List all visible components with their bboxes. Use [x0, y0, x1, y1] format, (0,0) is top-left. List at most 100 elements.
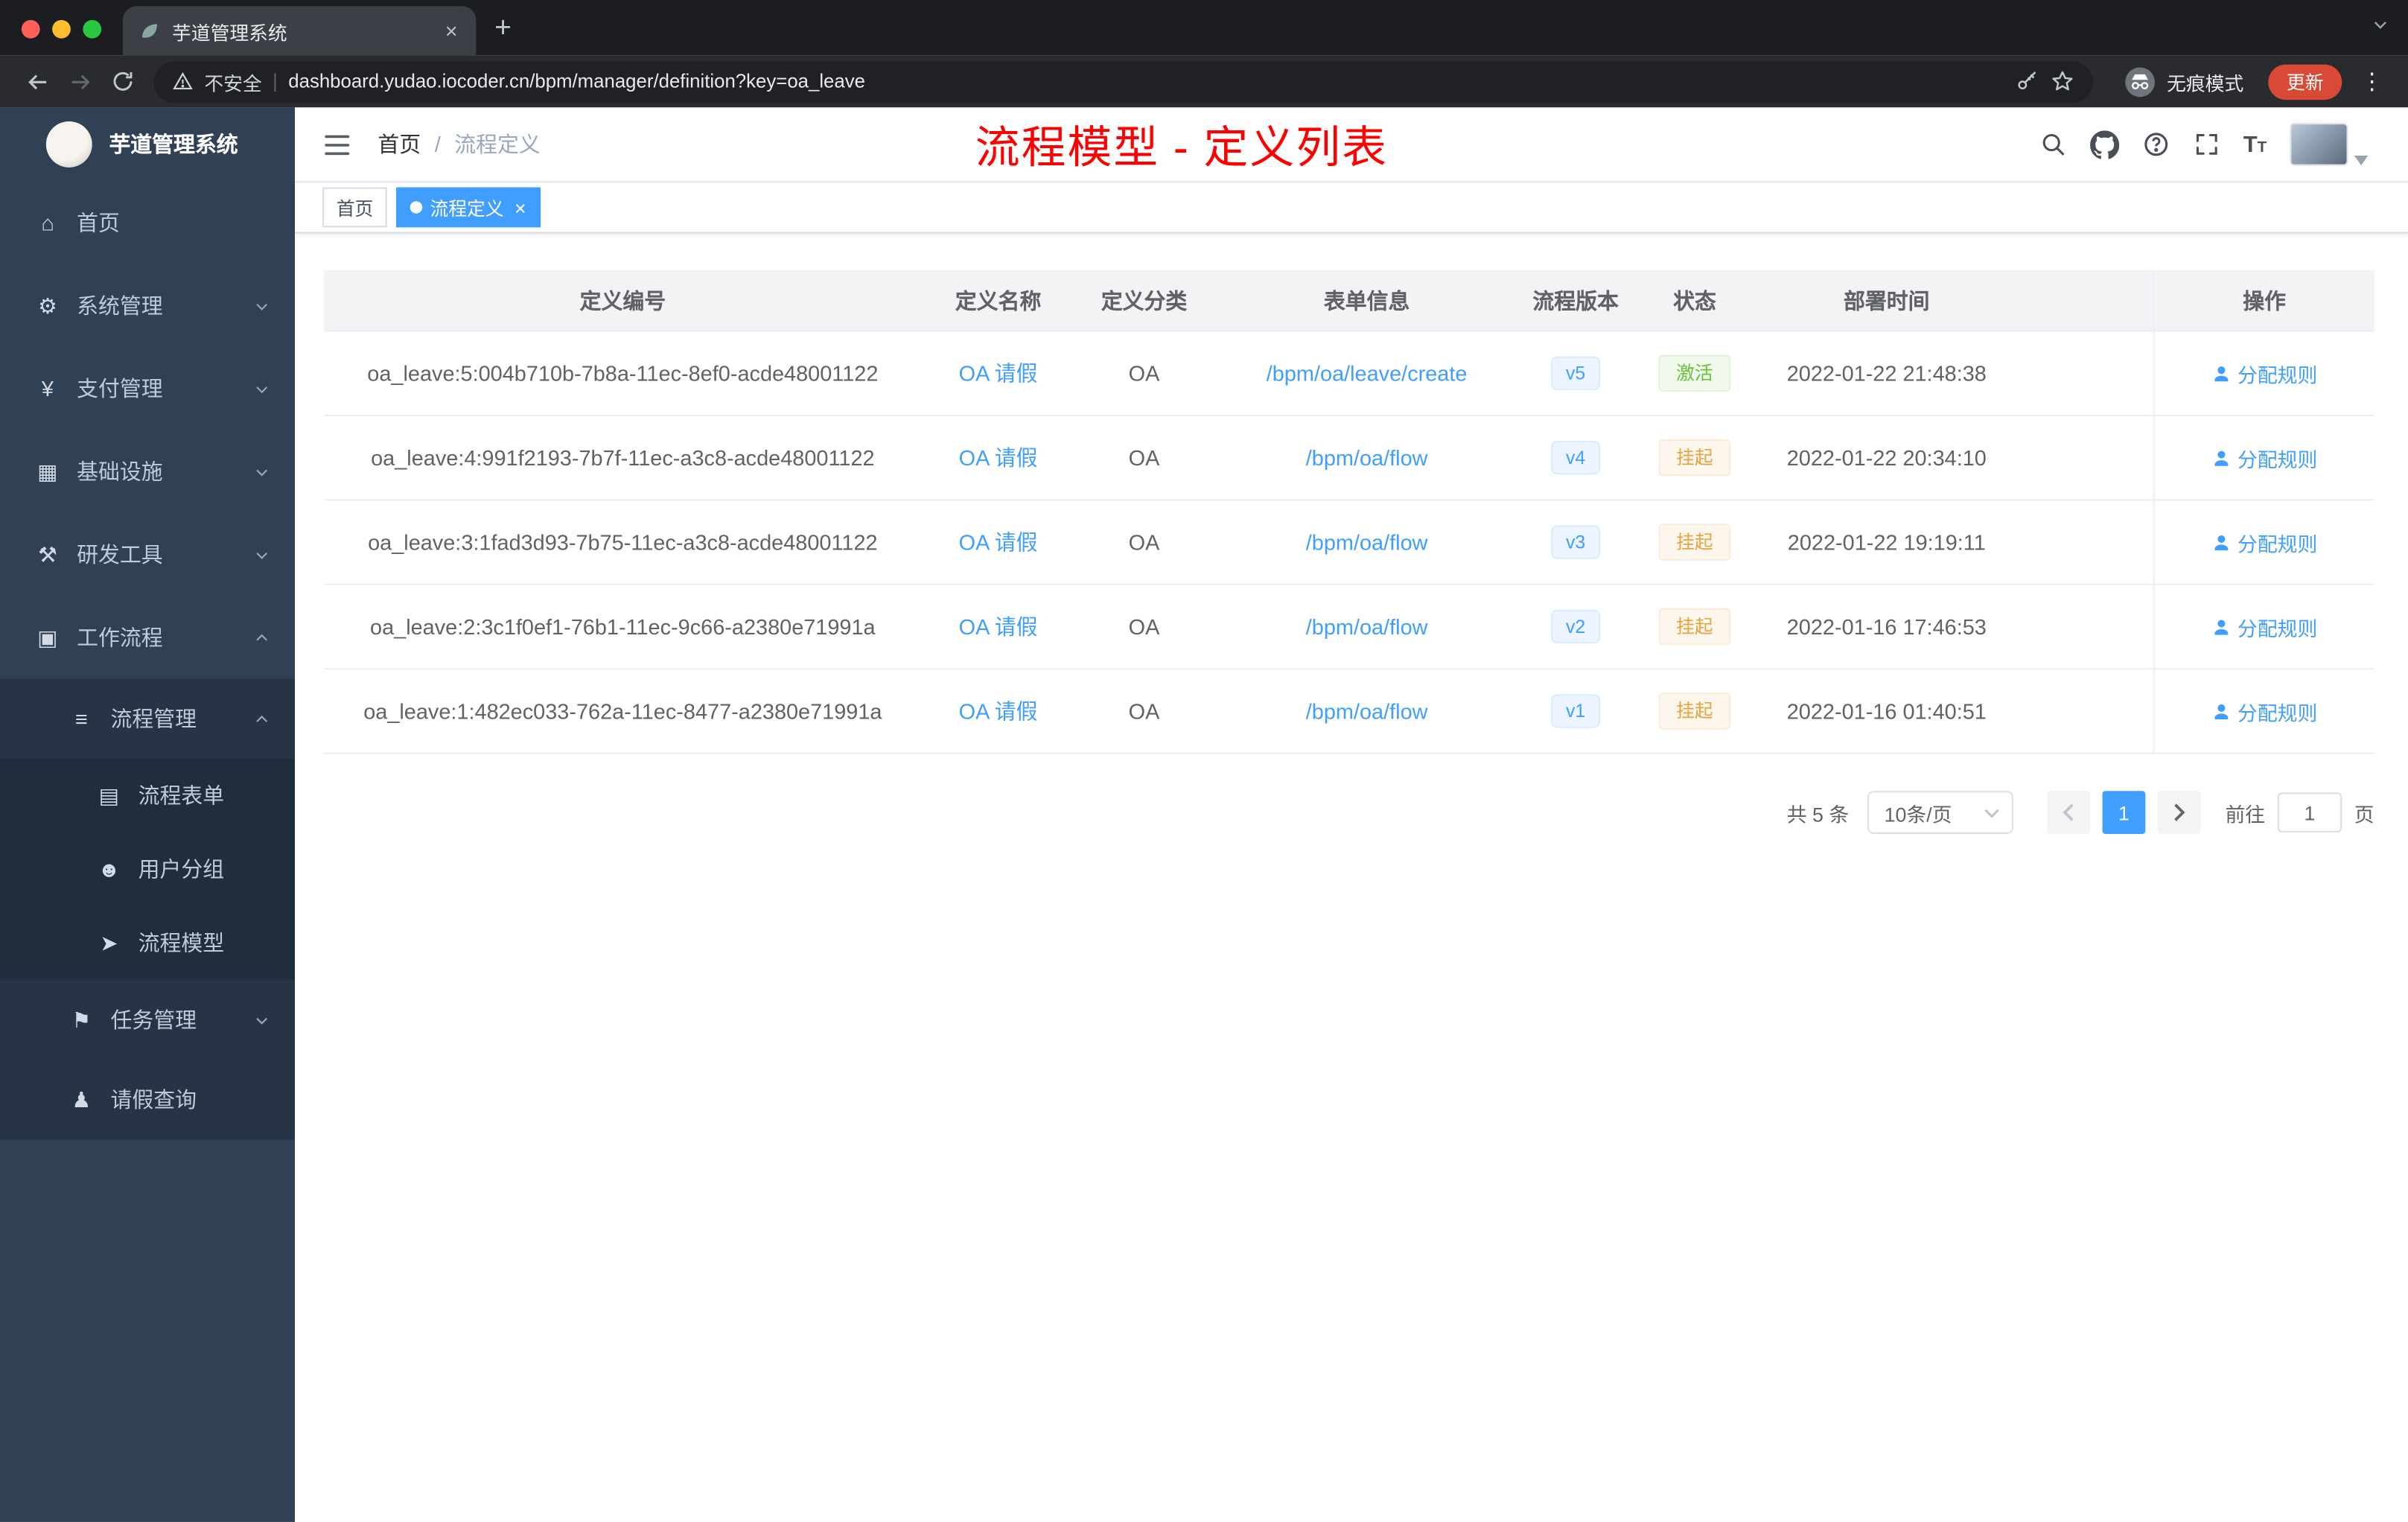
next-page-button[interactable] [2157, 791, 2201, 834]
form-link[interactable]: /bpm/oa/leave/create [1267, 361, 1468, 386]
sidebar-item-infrastructure[interactable]: ▦ 基础设施 [0, 430, 295, 513]
assign-rule-link[interactable]: 分配规则 [2211, 612, 2317, 641]
minimize-window-button[interactable] [52, 19, 71, 39]
help-icon[interactable] [2142, 130, 2170, 158]
chevron-right-icon [2174, 803, 2185, 821]
sidebar-item-label: 首页 [77, 210, 120, 235]
tab-close-icon[interactable]: × [442, 19, 461, 43]
close-window-button[interactable] [21, 19, 40, 39]
definition-name-link[interactable]: OA 请假 [959, 611, 1038, 642]
definition-name-link[interactable]: OA 请假 [959, 526, 1038, 557]
browser-toolbar: 不安全 | dashboard.yudao.iocoder.cn/bpm/man… [0, 55, 2408, 108]
deploy-time: 2022-01-22 21:48:38 [1786, 360, 1987, 386]
assign-rule-link[interactable]: 分配规则 [2211, 527, 2317, 556]
column-header: 流程版本 [1532, 287, 1619, 313]
browser-tab[interactable]: 芋道管理系统 × [123, 6, 477, 56]
tag-label: 流程定义 [430, 197, 504, 219]
page-1-button[interactable]: 1 [2102, 791, 2146, 834]
zoom-window-button[interactable] [83, 19, 102, 39]
reload-button[interactable] [101, 60, 144, 103]
security-warning-icon [173, 71, 193, 90]
tab-search-chevron-icon[interactable] [2372, 16, 2390, 34]
form-link[interactable]: /bpm/oa/flow [1306, 445, 1428, 470]
sidebar-item-label: 工作流程 [77, 625, 163, 650]
form-link[interactable]: /bpm/oa/flow [1306, 530, 1428, 555]
url-text[interactable]: dashboard.yudao.iocoder.cn/bpm/manager/d… [288, 71, 865, 92]
process-management-icon: ≡ [74, 706, 88, 731]
breadcrumb-home[interactable]: 首页 [378, 129, 421, 159]
sidebar-menu: ⌂ 首页 ⚙ 系统管理 ¥ 支付管理 ▦ 基础设施 ⚒ 研发工具 ▣ 工作流程 [0, 181, 295, 1140]
sidebar-item-leave-query[interactable]: ♟ 请假查询 [0, 1060, 295, 1140]
assign-rule-label: 分配规则 [2237, 363, 2318, 386]
definition-name-link[interactable]: OA 请假 [959, 358, 1038, 389]
table-row: oa_leave:4:991f2193-7b7f-11ec-a3c8-acde4… [324, 415, 2374, 501]
chevron-down-icon [1984, 808, 1999, 818]
browser-menu-icon[interactable]: ⋮ [2351, 68, 2393, 95]
incognito-icon [2125, 66, 2155, 97]
filler-cell [2015, 500, 2153, 583]
user-icon [2214, 450, 2229, 465]
password-key-icon[interactable] [2015, 69, 2039, 94]
font-size-icon[interactable]: TT [2243, 133, 2267, 156]
bookmark-star-icon[interactable] [2050, 69, 2074, 94]
definition-id-cell: oa_leave:5:004b710b-7b8a-11ec-8ef0-acde4… [324, 332, 921, 415]
deploy-time: 2022-01-22 19:19:11 [1787, 529, 1986, 555]
table-body: oa_leave:5:004b710b-7b8a-11ec-8ef0-acde4… [324, 331, 2374, 754]
sidebar-item-label: 系统管理 [77, 293, 163, 318]
sidebar-item-process-model[interactable]: ➤ 流程模型 [0, 905, 295, 980]
sidebar-item-process-management[interactable]: ≡ 流程管理 [0, 678, 295, 759]
sidebar-item-label: 任务管理 [110, 1007, 197, 1032]
sidebar-item-home[interactable]: ⌂ 首页 [0, 181, 295, 264]
forward-button[interactable] [58, 60, 101, 103]
assign-rule-link[interactable]: 分配规则 [2211, 359, 2317, 388]
close-tag-icon[interactable]: × [512, 197, 526, 217]
assign-rule-label: 分配规则 [2237, 448, 2318, 471]
form-link[interactable]: /bpm/oa/flow [1306, 614, 1428, 639]
tags-bar: 首页 流程定义 × [295, 181, 2408, 234]
sidebar-logo[interactable]: 芋道管理系统 [0, 107, 295, 181]
user-menu[interactable] [2290, 123, 2369, 166]
task-management-icon: ⚑ [71, 1006, 92, 1031]
back-button[interactable] [16, 60, 59, 103]
filler-cell [2015, 416, 2153, 499]
goto-page-input[interactable] [2277, 792, 2342, 832]
definition-name-link[interactable]: OA 请假 [959, 442, 1038, 473]
view-tag[interactable]: 首页 [322, 187, 387, 228]
sidebar-item-task-management[interactable]: ⚑ 任务管理 [0, 979, 295, 1060]
sidebar-item-label: 研发工具 [77, 542, 163, 567]
new-tab-button[interactable]: + [476, 13, 533, 56]
definition-category: OA [1128, 614, 1160, 639]
assign-rule-link[interactable]: 分配规则 [2211, 443, 2317, 472]
sidebar-item-dev-tools[interactable]: ⚒ 研发工具 [0, 513, 295, 596]
definition-name-link[interactable]: OA 请假 [959, 695, 1038, 726]
avatar[interactable] [2290, 123, 2348, 166]
assign-rule-link[interactable]: 分配规则 [2211, 696, 2317, 725]
deploy-time: 2022-01-16 01:40:51 [1786, 698, 1987, 724]
address-bar[interactable]: 不安全 | dashboard.yudao.iocoder.cn/bpm/man… [153, 60, 2094, 103]
sidebar-item-yen[interactable]: ¥ 支付管理 [0, 347, 295, 430]
chrome-update-button[interactable]: 更新 [2268, 63, 2342, 100]
logo-title: 芋道管理系统 [109, 132, 238, 157]
chevron-icon [253, 463, 270, 480]
dev-tools-icon: ⚒ [37, 541, 57, 567]
form-link[interactable]: /bpm/oa/flow [1306, 698, 1428, 723]
sidebar-item-user-group[interactable]: ☻ 用户分组 [0, 832, 295, 906]
filler-cell [2015, 332, 2153, 415]
prev-page-button[interactable] [2047, 791, 2090, 834]
fullscreen-icon[interactable] [2193, 130, 2220, 158]
view-tag[interactable]: 流程定义 × [396, 187, 541, 228]
sidebar-item-process-form[interactable]: ▤ 流程表单 [0, 758, 295, 832]
sidebar-collapse-icon[interactable] [295, 107, 378, 181]
search-icon[interactable] [2039, 130, 2066, 158]
page-size-select[interactable]: 10条/页 [1867, 791, 2013, 834]
github-icon[interactable] [2089, 130, 2119, 159]
chevron-icon [253, 710, 270, 727]
sidebar-item-workflow[interactable]: ▣ 工作流程 [0, 596, 295, 678]
sidebar-item-label: 流程表单 [138, 783, 225, 808]
goto-page: 前往 页 [2225, 792, 2374, 832]
sidebar-item-label: 用户分组 [138, 856, 225, 882]
page-unit-label: 页 [2354, 802, 2374, 826]
sidebar-item-gear[interactable]: ⚙ 系统管理 [0, 264, 295, 347]
main-panel: 首页 / 流程定义 流程模型 - 定义列表 T T 首页 流程定义 × 定义编号… [295, 107, 2408, 1522]
header-actions: TT [2039, 123, 2408, 166]
